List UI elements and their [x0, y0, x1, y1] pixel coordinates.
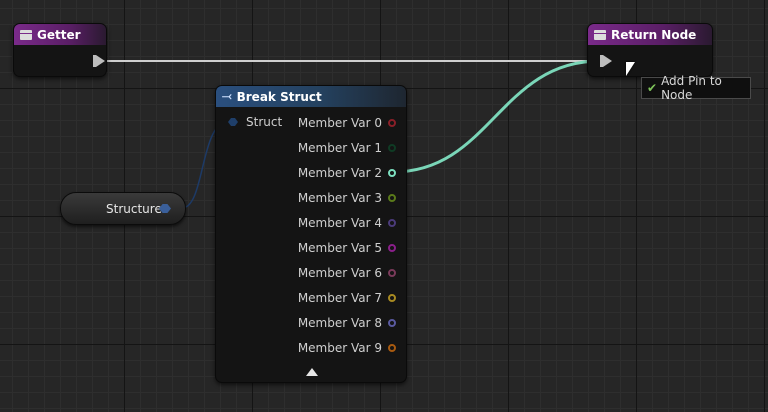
- collapse-arrow-icon[interactable]: [306, 368, 318, 376]
- member-var-7-pin[interactable]: [388, 294, 396, 302]
- member-var-label: Member Var 4: [297, 216, 382, 230]
- member-var-label: Member Var 7: [297, 291, 382, 305]
- member-var-label: Member Var 9: [297, 341, 382, 355]
- tooltip-text: Add Pin to Node: [661, 74, 722, 102]
- exec-in-pin[interactable]: [600, 55, 612, 67]
- struct-input-label: Struct: [246, 115, 283, 129]
- member-var-8-pin-row[interactable]: Member Var 8: [298, 315, 396, 331]
- function-icon: [594, 29, 606, 40]
- member-var-label: Member Var 1: [297, 141, 382, 155]
- return-node-header[interactable]: Return Node: [588, 24, 712, 45]
- member-var-1-pin-row[interactable]: Member Var 1: [298, 140, 396, 156]
- member-var-label: Member Var 2: [297, 166, 382, 180]
- member-var-label: Member Var 6: [297, 266, 382, 280]
- member-var-2-pin-row[interactable]: Member Var 2: [298, 165, 396, 181]
- structure-variable-label: Structure: [106, 202, 162, 216]
- break-struct-title: Break Struct: [236, 89, 322, 104]
- add-pin-tooltip: ✔ Add Pin to Node: [641, 74, 751, 102]
- structure-variable-node[interactable]: Structure: [60, 192, 186, 225]
- member-var-4-pin[interactable]: [388, 219, 396, 227]
- return-node-title: Return Node: [611, 27, 697, 42]
- member-var-2-pin[interactable]: [388, 169, 396, 177]
- function-icon: [20, 29, 32, 40]
- member-var-6-pin[interactable]: [388, 269, 396, 277]
- break-struct-header[interactable]: ⤙ Break Struct: [216, 86, 406, 107]
- member-var-1-pin[interactable]: [388, 144, 396, 152]
- getter-node-header[interactable]: Getter: [14, 24, 106, 45]
- member-var-7-pin-row[interactable]: Member Var 7: [298, 290, 396, 306]
- member-var-3-pin-row[interactable]: Member Var 3: [298, 190, 396, 206]
- member-var-6-pin-row[interactable]: Member Var 6: [298, 265, 396, 281]
- member-var-label: Member Var 0: [297, 116, 382, 130]
- getter-node[interactable]: Getter: [13, 23, 107, 77]
- member-var-label: Member Var 3: [297, 191, 382, 205]
- member-var-3-pin[interactable]: [388, 194, 396, 202]
- exec-out-pin[interactable]: [93, 55, 105, 67]
- member-var-9-pin[interactable]: [388, 344, 396, 352]
- member-var-9-pin-row[interactable]: Member Var 9: [298, 340, 396, 356]
- member-var-2-wire[interactable]: [392, 59, 601, 174]
- member-var-0-pin[interactable]: [388, 119, 396, 127]
- member-var-5-pin-row[interactable]: Member Var 5: [298, 240, 396, 256]
- return-node[interactable]: Return Node: [587, 23, 713, 77]
- member-var-label: Member Var 5: [297, 241, 382, 255]
- break-struct-node[interactable]: ⤙ Break Struct Struct Member Var 0 Membe…: [215, 85, 407, 383]
- struct-input-pin[interactable]: [228, 118, 238, 126]
- mouse-cursor-icon: [626, 62, 635, 76]
- member-var-8-pin[interactable]: [388, 319, 396, 327]
- member-var-0-pin-row[interactable]: Member Var 0: [298, 115, 396, 131]
- member-var-4-pin-row[interactable]: Member Var 4: [298, 215, 396, 231]
- getter-node-title: Getter: [37, 27, 81, 42]
- check-icon: ✔: [647, 81, 658, 95]
- member-var-label: Member Var 8: [297, 316, 382, 330]
- member-var-5-pin[interactable]: [388, 244, 396, 252]
- break-struct-icon: ⤙: [222, 89, 232, 103]
